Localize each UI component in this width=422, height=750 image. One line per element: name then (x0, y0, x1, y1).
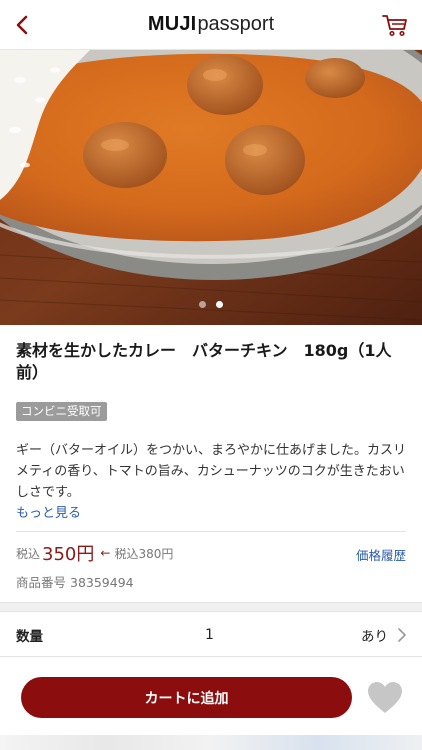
cart-button[interactable] (380, 10, 410, 40)
quantity-label: 数量 (16, 628, 43, 645)
old-tax-label: 税込 (114, 546, 139, 561)
price-row: 税込 350円 ← 税込 380円 価格履歴 (16, 540, 406, 566)
app-logo: MUJI passport (148, 13, 274, 36)
tax-included-label: 税込 (16, 546, 41, 561)
add-to-cart-button[interactable]: カートに追加 (21, 677, 352, 718)
section-separator (0, 602, 422, 612)
product-title: 素材を生かしたカレー バターチキン 180g（1人前） (16, 341, 392, 382)
item-number-label: 商品番号 (16, 575, 67, 590)
product-description: ギー（バターオイル）をつかい、まろやかに仕あげました。カスリメティの香り、トマト… (16, 443, 407, 500)
store-pickup-badge: コンビニ受取可 (16, 402, 107, 421)
chevron-left-icon (16, 15, 28, 35)
app-header: MUJI passport (0, 0, 422, 50)
bottom-fade (0, 735, 422, 750)
carousel-dot-active[interactable] (216, 301, 223, 308)
item-number-value: 38359494 (70, 575, 134, 590)
quantity-value[interactable]: 1 (205, 627, 214, 643)
product-image (0, 50, 422, 325)
back-button[interactable] (6, 9, 38, 41)
logo-muji: MUJI (147, 13, 197, 35)
previous-price: 380円 (138, 546, 174, 561)
divider (16, 531, 406, 532)
carousel-indicator (0, 301, 422, 308)
heart-icon[interactable] (366, 681, 404, 715)
logo-passport: passport (197, 13, 275, 35)
carousel-dot[interactable] (199, 301, 206, 308)
product-image-carousel[interactable] (0, 50, 422, 325)
chevron-right-icon (398, 628, 406, 642)
price-change-arrow: ← (100, 546, 111, 560)
price-history-link[interactable]: 価格履歴 (356, 545, 406, 564)
cart-icon (382, 15, 407, 37)
stock-status: あり (361, 628, 388, 645)
item-number: 商品番号 38359494 (16, 572, 134, 591)
quantity-row[interactable]: 数量 1 あり (0, 613, 422, 657)
current-price: 350円 (42, 544, 95, 565)
see-more-link[interactable]: もっと見る (16, 502, 81, 521)
